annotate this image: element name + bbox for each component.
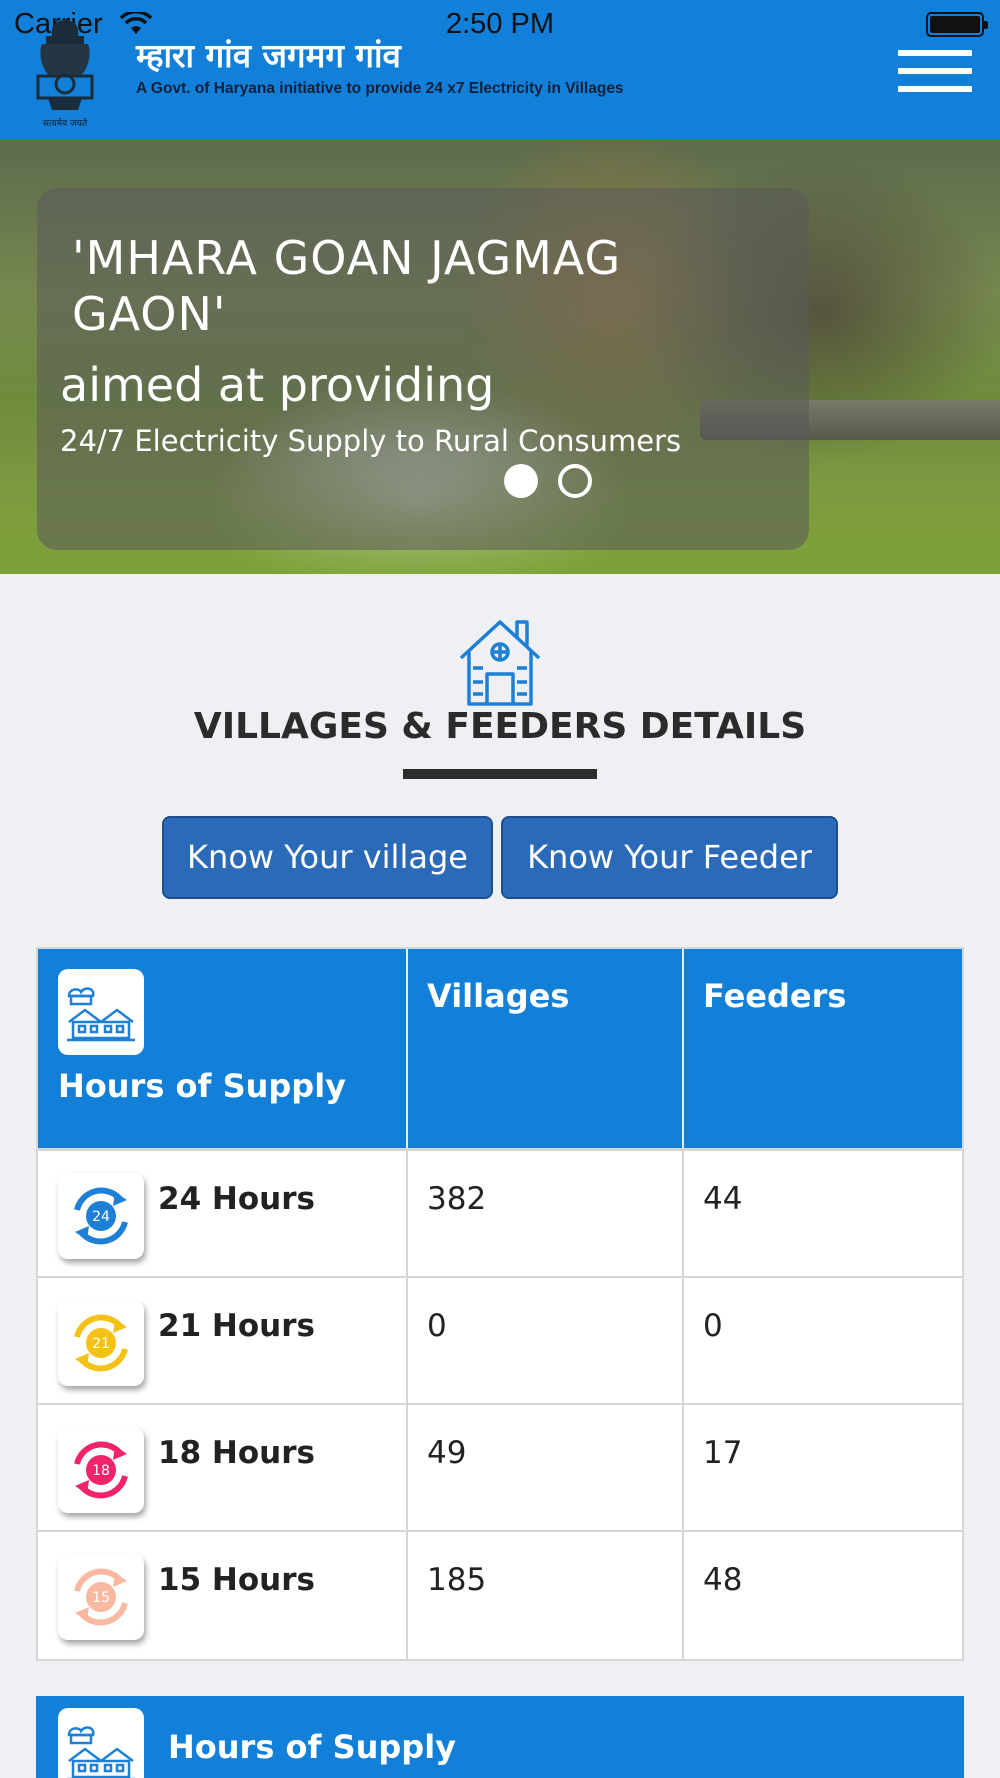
know-your-feeder-button[interactable]: Know Your Feeder	[501, 816, 838, 899]
villages-count: 49	[427, 1435, 467, 1471]
feeders-count: 44	[703, 1181, 743, 1217]
hours-label: 24 Hours	[158, 1181, 315, 1217]
battery-icon	[926, 12, 988, 37]
carousel-dot-1[interactable]	[504, 464, 538, 498]
header-villages-cell: Villages	[408, 949, 684, 1148]
app-subtitle: A Govt. of Haryana initiative to provide…	[136, 80, 624, 97]
ashoka-emblem-logo: सत्यमेव जयते	[36, 20, 94, 129]
hours-badge: 21	[92, 1336, 110, 1352]
section-title: VILLAGES & FEEDERS DETAILS	[193, 706, 807, 747]
know-your-village-button[interactable]: Know Your village	[162, 816, 493, 899]
villages-count: 0	[427, 1308, 447, 1344]
app-header: Carrier 2:50 PM सत्यमेव जयते म्हारा गांव…	[0, 0, 1000, 140]
village-houses-icon	[58, 1708, 144, 1778]
village-houses-icon	[58, 969, 144, 1055]
section-underline	[403, 769, 597, 779]
hours-label: 15 Hours	[158, 1562, 315, 1598]
hours-label: 18 Hours	[158, 1435, 315, 1471]
villages-count: 382	[427, 1181, 487, 1217]
header-feeders-cell: Feeders	[684, 949, 962, 1148]
header-feeders-label: Feeders	[703, 977, 847, 1015]
table-header-row: Hours of Supply Villages Feeders	[38, 949, 962, 1151]
header-hours-label: Hours of Supply	[58, 1067, 347, 1105]
table-row: 21 21 Hours 0 0	[38, 1278, 962, 1405]
feeders-count: 48	[703, 1562, 743, 1598]
hamburger-menu-icon[interactable]	[898, 50, 972, 98]
banner-line-2: aimed at providing	[60, 358, 495, 412]
second-hours-label: Hours of Supply	[168, 1728, 457, 1766]
house-icon	[459, 620, 541, 706]
banner-line-3: 24/7 Electricity Supply to Rural Consume…	[60, 424, 682, 458]
24-hours-cycle-icon: 24	[58, 1173, 144, 1259]
banner-headline: 'MHARA GOAN JAGMAG GAON'	[72, 231, 622, 341]
hours-badge: 15	[92, 1590, 110, 1606]
table-row: 15 15 Hours 185 48	[38, 1532, 962, 1659]
hero-banner-carousel[interactable]: 'MHARA GOAN JAGMAG GAON' aimed at provid…	[0, 140, 1000, 574]
carousel-dot-2[interactable]	[558, 464, 592, 498]
hours-badge: 24	[92, 1209, 110, 1225]
second-table-header: Hours of Supply	[36, 1696, 964, 1778]
app-title: म्हारा गांव जगमग गांव	[136, 36, 401, 75]
table-row: 18 18 Hours 49 17	[38, 1405, 962, 1532]
villages-count: 185	[427, 1562, 487, 1598]
18-hours-cycle-icon: 18	[58, 1427, 144, 1513]
feeders-count: 17	[703, 1435, 743, 1471]
header-villages-label: Villages	[427, 977, 570, 1015]
table-row: 24 24 Hours 382 44	[38, 1151, 962, 1278]
header-hours-cell: Hours of Supply	[38, 949, 408, 1148]
21-hours-cycle-icon: 21	[58, 1300, 144, 1386]
feeders-count: 0	[703, 1308, 723, 1344]
hours-badge: 18	[92, 1463, 110, 1479]
supply-table: Hours of Supply Villages Feeders 24 24 H…	[36, 947, 964, 1661]
hours-label: 21 Hours	[158, 1308, 315, 1344]
emblem-caption: सत्यमेव जयते	[43, 117, 88, 129]
15-hours-cycle-icon: 15	[58, 1554, 144, 1640]
